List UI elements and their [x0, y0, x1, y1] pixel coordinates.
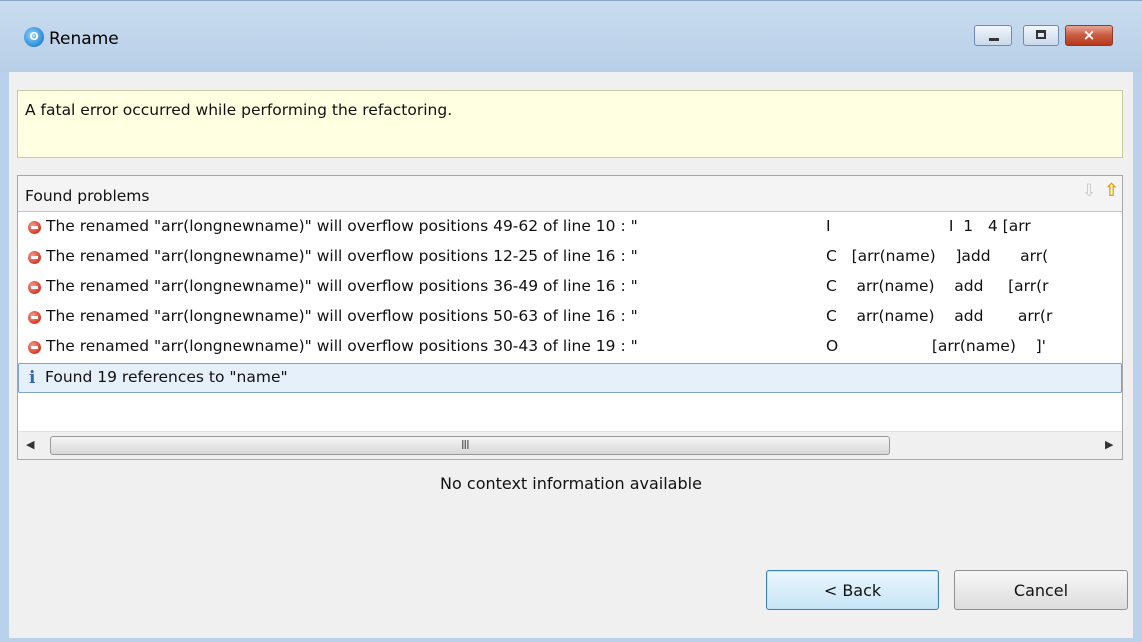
error-icon [28, 311, 41, 324]
problem-message: The renamed "arr(longnewname)" will over… [46, 277, 638, 295]
next-problem-icon[interactable]: ⇩ [1082, 181, 1096, 201]
info-row-selected[interactable]: i Found 19 references to "name" [18, 363, 1122, 393]
info-message: Found 19 references to "name" [45, 368, 288, 386]
problem-row[interactable]: The renamed "arr(longnewname)" will over… [18, 242, 1122, 272]
error-icon [28, 341, 41, 354]
problem-row[interactable]: The renamed "arr(longnewname)" will over… [18, 302, 1122, 332]
horizontal-scrollbar[interactable]: ◀ III ▶ [18, 431, 1122, 459]
maximize-button[interactable] [1023, 25, 1059, 46]
back-button[interactable]: < Back [766, 570, 939, 610]
info-icon: i [29, 368, 36, 388]
problem-message: The renamed "arr(longnewname)" will over… [46, 337, 638, 355]
problem-row[interactable]: The renamed "arr(longnewname)" will over… [18, 212, 1122, 242]
app-logo-icon: ʘ [24, 27, 44, 47]
scroll-right-icon[interactable]: ▶ [1105, 438, 1113, 451]
error-message-area: A fatal error occurred while performing … [17, 90, 1123, 158]
problem-context: C arr(name) add arr(r [826, 307, 1053, 325]
problem-row[interactable]: The renamed "arr(longnewname)" will over… [18, 332, 1122, 362]
problem-context: O [arr(name) ]' [826, 337, 1046, 355]
maximize-icon [1036, 30, 1046, 39]
problems-list[interactable]: The renamed "arr(longnewname)" will over… [18, 212, 1122, 431]
problem-message: The renamed "arr(longnewname)" will over… [46, 247, 638, 265]
problem-message: The renamed "arr(longnewname)" will over… [46, 217, 638, 235]
window-title: Rename [49, 29, 119, 49]
scroll-left-icon[interactable]: ◀ [26, 438, 34, 451]
close-icon: × [1082, 26, 1096, 44]
title-bar[interactable]: ʘ Rename × [0, 1, 1142, 72]
problem-row[interactable]: The renamed "arr(longnewname)" will over… [18, 272, 1122, 302]
scrollbar-thumb[interactable]: III [50, 436, 890, 455]
cancel-button[interactable]: Cancel [954, 570, 1128, 610]
problems-title: Found problems [25, 187, 150, 205]
minimize-icon [989, 38, 999, 41]
rename-dialog-window: ʘ Rename × A fatal error occurred while … [0, 0, 1142, 642]
error-message: A fatal error occurred while performing … [25, 101, 453, 119]
problems-header: Found problems ⇩ ⇧ [18, 176, 1122, 212]
dialog-content: A fatal error occurred while performing … [9, 72, 1133, 638]
problem-context: C arr(name) add [arr(r [826, 277, 1049, 295]
problem-context: C [arr(name) ]add arr( [826, 247, 1049, 265]
error-icon [28, 221, 41, 234]
error-icon [28, 251, 41, 264]
previous-problem-icon[interactable]: ⇧ [1104, 180, 1119, 201]
scrollbar-grip: III [461, 438, 470, 452]
problem-message: The renamed "arr(longnewname)" will over… [46, 307, 638, 325]
close-button[interactable]: × [1065, 25, 1113, 46]
minimize-button[interactable] [974, 25, 1012, 46]
error-icon [28, 281, 41, 294]
problems-panel: Found problems ⇩ ⇧ The renamed "arr(long… [17, 175, 1123, 460]
problem-context: I I 1 4 [arr [826, 217, 1031, 235]
context-info-text: No context information available [440, 474, 702, 493]
